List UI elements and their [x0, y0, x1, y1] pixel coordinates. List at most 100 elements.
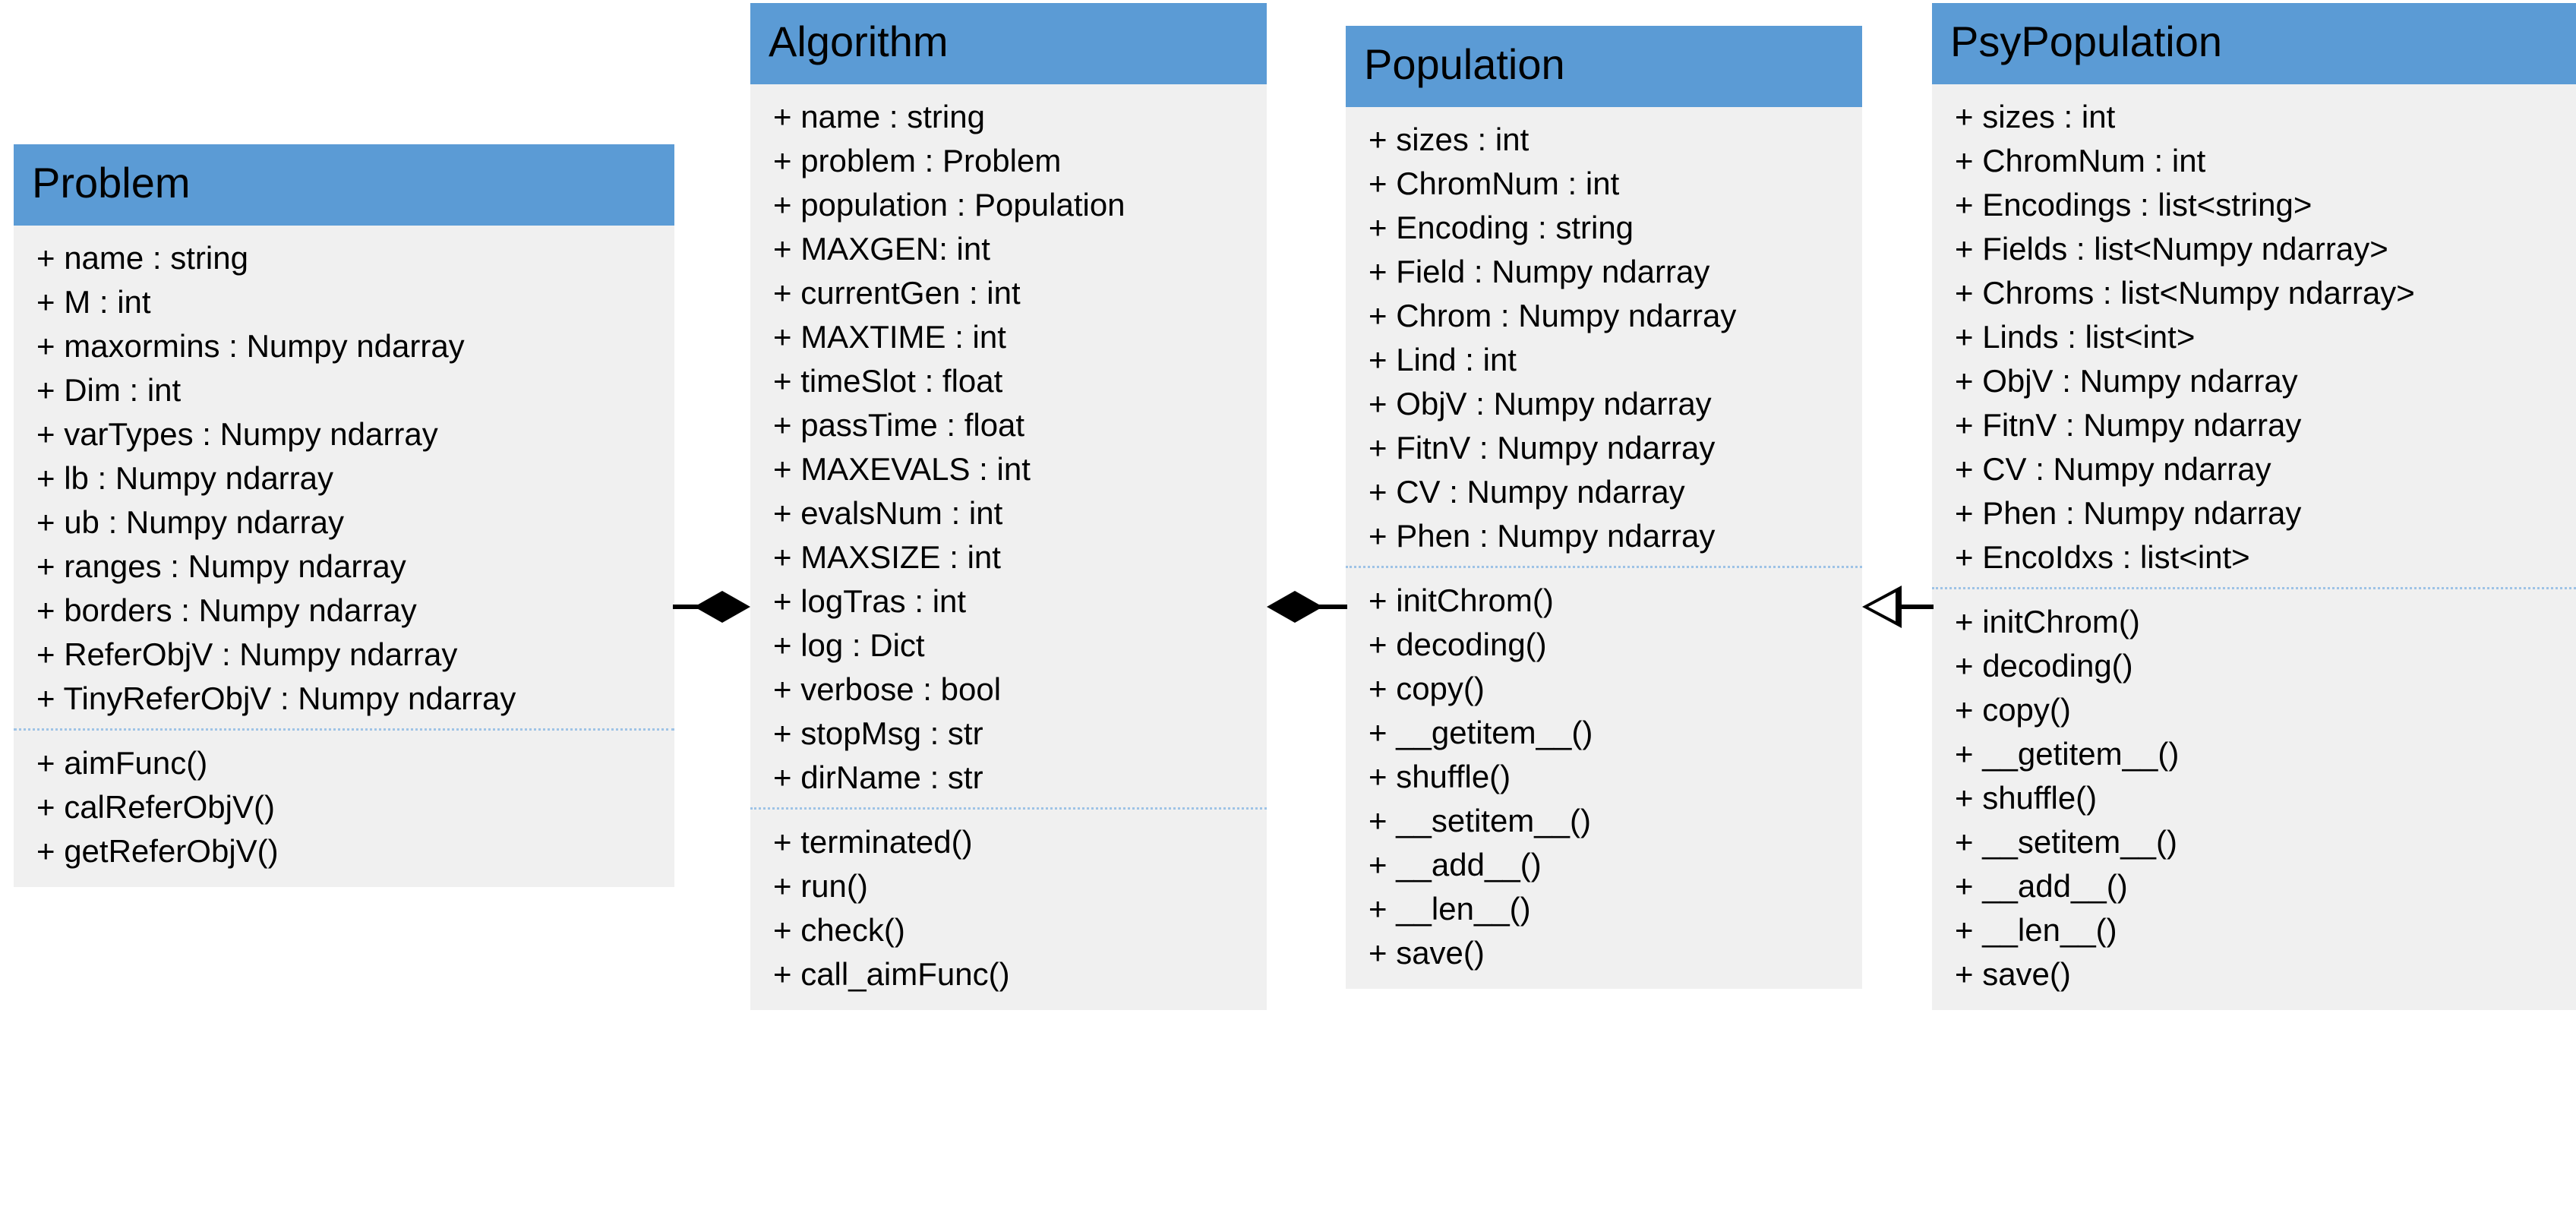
class-title-algorithm: Algorithm [750, 3, 1267, 84]
attribute-row: + Field : Numpy ndarray [1368, 253, 1710, 289]
filled-diamond-icon [1267, 591, 1323, 623]
method-row: + __getitem__() [1955, 735, 2180, 772]
method-row: + terminated() [773, 823, 973, 860]
attributes-compartment-algorithm: + name : string + problem : Problem + po… [750, 95, 1267, 800]
method-row: + __add__() [1368, 846, 1542, 882]
method-row: + save() [1955, 955, 2071, 992]
method-row: + shuffle() [1368, 758, 1511, 794]
attribute-row: + varTypes : Numpy ndarray [36, 415, 438, 452]
methods-compartment-algorithm: + terminated() + run() + check() + call_… [750, 807, 1267, 996]
method-row: + __add__() [1955, 867, 2128, 904]
relation-problem-algorithm[interactable] [673, 589, 750, 624]
attribute-row: + Chrom : Numpy ndarray [1368, 297, 1737, 333]
hollow-triangle-fill [1868, 592, 1896, 621]
attribute-row: + ChromNum : int [1955, 142, 2206, 178]
attribute-row: + ub : Numpy ndarray [36, 504, 345, 540]
uml-class-diagram: Problem + name : string + M : int + maxo… [0, 0, 2576, 1225]
attribute-row: + logTras : int [773, 583, 967, 619]
attribute-row: + log : Dict [773, 627, 925, 663]
attribute-row: + currentGen : int [773, 274, 1021, 311]
attributes-compartment-population: + sizes : int + ChromNum : int + Encodin… [1346, 118, 1862, 558]
uml-class-algorithm[interactable]: Algorithm + name : string + problem : Pr… [750, 3, 1267, 1010]
attribute-row: + Linds : list<int> [1955, 318, 2196, 355]
attribute-row: + ReferObjV : Numpy ndarray [36, 636, 458, 672]
method-row: + shuffle() [1955, 779, 2098, 816]
class-body-problem: + name : string + M : int + maxormins : … [14, 225, 674, 887]
attribute-row: + stopMsg : str [773, 715, 983, 751]
attribute-row: + Phen : Numpy ndarray [1368, 517, 1716, 554]
filled-diamond-icon [694, 591, 750, 623]
class-body-algorithm: + name : string + problem : Problem + po… [750, 84, 1267, 1010]
attribute-row: + Chroms : list<Numpy ndarray> [1955, 274, 2415, 311]
method-row: + __setitem__() [1955, 823, 2177, 860]
attribute-row: + CV : Numpy ndarray [1368, 473, 1685, 510]
attribute-row: + ranges : Numpy ndarray [36, 548, 406, 584]
attribute-row: + MAXSIZE : int [773, 538, 1001, 575]
method-row: + run() [773, 867, 868, 904]
method-row: + __len__() [1368, 890, 1531, 927]
method-row: + save() [1368, 934, 1485, 971]
relation-psypopulation-population[interactable] [1862, 585, 1934, 629]
attribute-row: + lb : Numpy ndarray [36, 459, 334, 496]
attribute-row: + sizes : int [1955, 98, 2116, 134]
attribute-row: + Fields : list<Numpy ndarray> [1955, 230, 2388, 267]
attribute-row: + problem : Problem [773, 142, 1062, 178]
attribute-row: + evalsNum : int [773, 494, 1003, 531]
attribute-row: + Phen : Numpy ndarray [1955, 494, 2302, 531]
class-body-psypopulation: + sizes : int + ChromNum : int + Encodin… [1932, 84, 2576, 1010]
attribute-row: + TinyReferObjV : Numpy ndarray [36, 680, 516, 716]
attribute-row: + sizes : int [1368, 121, 1530, 157]
attribute-row: + name : string [36, 239, 248, 276]
attributes-compartment-psypopulation: + sizes : int + ChromNum : int + Encodin… [1932, 95, 2576, 579]
class-title-problem: Problem [14, 144, 674, 226]
attribute-row: + ChromNum : int [1368, 165, 1620, 201]
method-row: + aimFunc() [36, 744, 208, 781]
method-row: + calReferObjV() [36, 788, 275, 825]
attributes-compartment-problem: + name : string + M : int + maxormins : … [14, 236, 674, 721]
class-body-population: + sizes : int + ChromNum : int + Encodin… [1346, 106, 1862, 989]
method-row: + getReferObjV() [36, 832, 279, 869]
attribute-row: + ObjV : Numpy ndarray [1955, 362, 2298, 399]
attribute-row: + M : int [36, 283, 151, 320]
class-title-psypopulation: PsyPopulation [1932, 3, 2576, 84]
method-row: + initChrom() [1955, 603, 2140, 639]
attribute-row: + Lind : int [1368, 341, 1517, 377]
attribute-row: + timeSlot : float [773, 362, 1003, 399]
method-row: + decoding() [1955, 647, 2133, 684]
method-row: + call_aimFunc() [773, 955, 1010, 992]
attribute-row: + MAXGEN: int [773, 230, 990, 267]
uml-class-problem[interactable]: Problem + name : string + M : int + maxo… [14, 144, 674, 887]
attribute-row: + population : Population [773, 186, 1125, 223]
attribute-row: + Encoding : string [1368, 209, 1634, 245]
attribute-row: + maxormins : Numpy ndarray [36, 327, 465, 364]
attribute-row: + MAXEVALS : int [773, 450, 1031, 487]
uml-class-psypopulation[interactable]: PsyPopulation + sizes : int + ChromNum :… [1932, 3, 2576, 1010]
attribute-row: + verbose : bool [773, 671, 1002, 707]
method-row: + copy() [1955, 691, 2071, 728]
attribute-row: + FitnV : Numpy ndarray [1368, 429, 1716, 466]
methods-compartment-psypopulation: + initChrom() + decoding() + copy() + __… [1932, 586, 2576, 996]
method-row: + initChrom() [1368, 582, 1554, 618]
attribute-row: + name : string [773, 98, 985, 134]
attribute-row: + Dim : int [36, 371, 182, 408]
attribute-row: + dirName : str [773, 759, 983, 795]
methods-compartment-population: + initChrom() + decoding() + copy() + __… [1346, 565, 1862, 975]
method-row: + check() [773, 911, 905, 948]
attribute-row: + passTime : float [773, 406, 1025, 443]
method-row: + __len__() [1955, 911, 2117, 948]
attribute-row: + Encodings : list<string> [1955, 186, 2312, 223]
method-row: + __setitem__() [1368, 802, 1591, 838]
attribute-row: + FitnV : Numpy ndarray [1955, 406, 2302, 443]
attribute-row: + EncoIdxs : list<int> [1955, 538, 2250, 575]
attribute-row: + ObjV : Numpy ndarray [1368, 385, 1712, 421]
attribute-row: + borders : Numpy ndarray [36, 592, 417, 628]
method-row: + decoding() [1368, 626, 1547, 662]
method-row: + copy() [1368, 670, 1485, 706]
relation-algorithm-population[interactable] [1267, 589, 1347, 624]
uml-class-population[interactable]: Population + sizes : int + ChromNum : in… [1346, 26, 1862, 989]
class-title-population: Population [1346, 26, 1862, 107]
attribute-row: + CV : Numpy ndarray [1955, 450, 2271, 487]
methods-compartment-problem: + aimFunc() + calReferObjV() + getReferO… [14, 728, 674, 873]
relation-line [1902, 605, 1934, 609]
attribute-row: + MAXTIME : int [773, 318, 1006, 355]
